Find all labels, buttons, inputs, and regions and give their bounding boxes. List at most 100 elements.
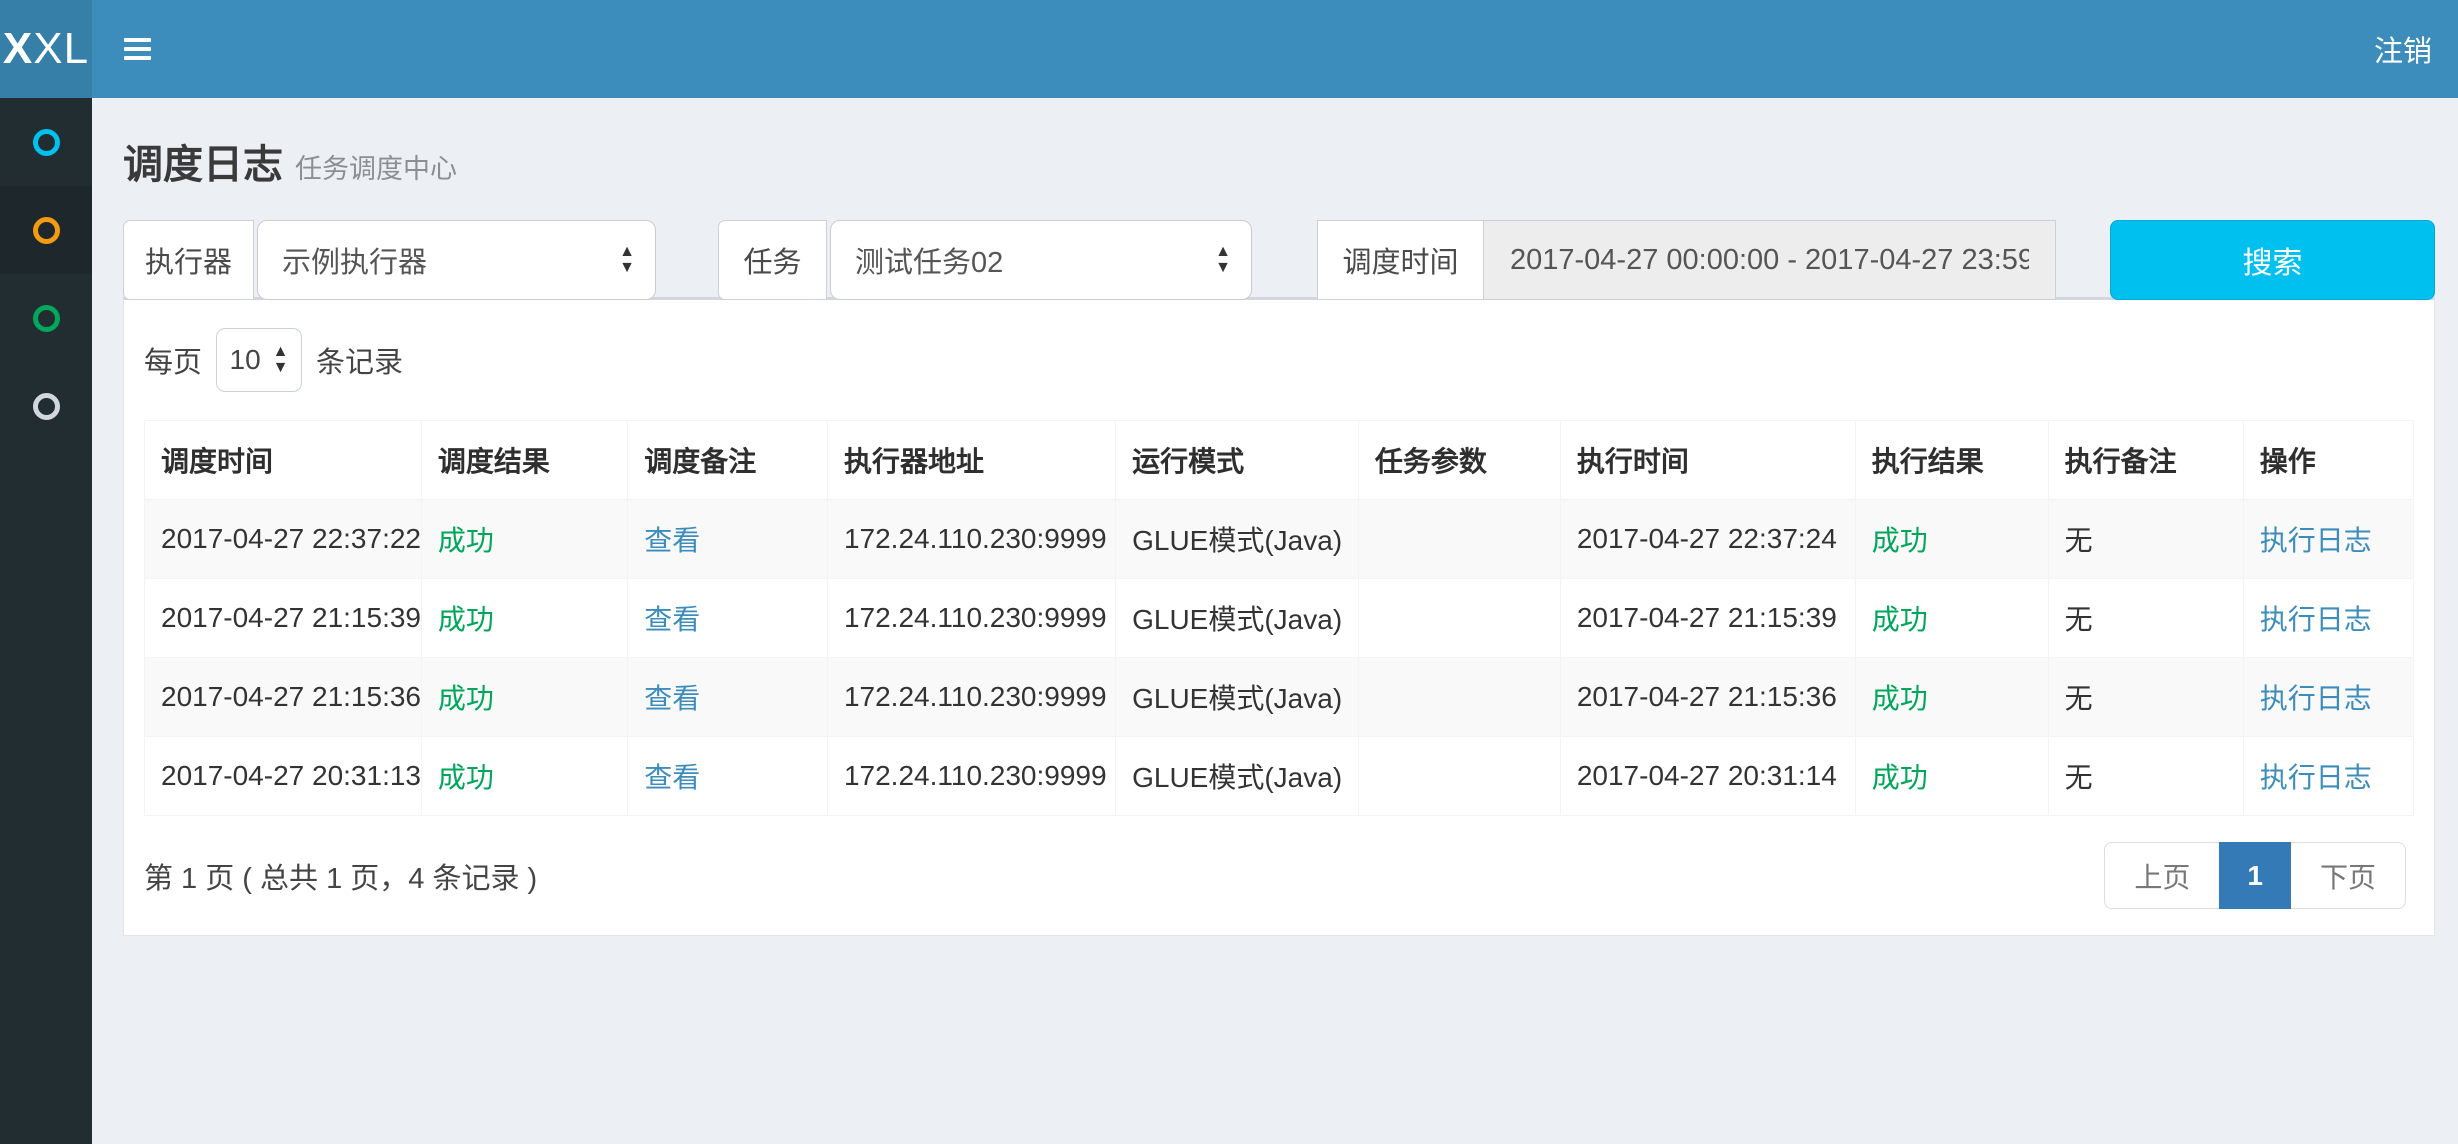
app-logo[interactable]: XXL (0, 0, 92, 98)
cell-run-mode: GLUE模式(Java) (1116, 500, 1359, 579)
per-page-prefix: 每页 (144, 339, 202, 381)
search-button[interactable]: 搜索 (2110, 220, 2435, 300)
trigger-msg-link[interactable]: 查看 (644, 525, 700, 556)
cell-run-mode: GLUE模式(Java) (1116, 737, 1359, 816)
pagination-controls: 上页 1 下页 (2104, 842, 2406, 909)
sidebar-item-menu-1[interactable] (0, 98, 92, 186)
table-row: 2017-04-27 20:31:13成功查看172.24.110.230:99… (145, 737, 2414, 816)
column-header-handle-msg: 执行备注 (2048, 421, 2243, 500)
cell-action: 执行日志 (2243, 737, 2413, 816)
cell-trigger-time: 2017-04-27 21:15:36 (145, 658, 422, 737)
trigger-time-filter-label: 调度时间 (1317, 220, 1484, 300)
job-filter-label: 任务 (718, 220, 827, 300)
column-header-action: 操作 (2243, 421, 2413, 500)
hamburger-bar (124, 47, 151, 51)
cell-trigger-result: 成功 (421, 579, 627, 658)
job-filter-group: 任务 测试任务02 (718, 220, 1252, 300)
cell-trigger-msg: 查看 (628, 737, 828, 816)
filter-bar: 执行器 示例执行器 任务 测试任务02 调度时间 搜索 (123, 220, 2435, 300)
cell-handle-msg: 无 (2048, 500, 2243, 579)
table-row: 2017-04-27 22:37:22成功查看172.24.110.230:99… (145, 500, 2414, 579)
action-link[interactable]: 执行日志 (2260, 604, 2372, 635)
column-header-executor-address: 执行器地址 (827, 421, 1115, 500)
executor-select-value: 示例执行器 (282, 239, 427, 281)
executor-select[interactable]: 示例执行器 (257, 220, 656, 300)
column-header-trigger-time: 调度时间 (145, 421, 422, 500)
table-head: 调度时间调度结果调度备注执行器地址运行模式任务参数执行时间执行结果执行备注操作 (145, 421, 2414, 500)
executor-filter-label: 执行器 (123, 220, 254, 300)
cell-trigger-msg: 查看 (628, 500, 828, 579)
cell-executor-address: 172.24.110.230:9999 (827, 579, 1115, 658)
trigger-time-filter-group: 调度时间 (1317, 220, 2056, 300)
top-navbar: XXL 注销 (0, 0, 2458, 98)
trigger-time-range-input[interactable] (1484, 220, 2056, 300)
trigger-msg-link[interactable]: 查看 (644, 683, 700, 714)
cell-trigger-time: 2017-04-27 20:31:13 (145, 737, 422, 816)
log-list-panel: 每页 10 条记录 调度时间调度结果调度备注执行器地址运行模式任务参数执行时间执… (123, 297, 2435, 936)
per-page-suffix: 条记录 (316, 339, 403, 381)
log-table-body: 2017-04-27 22:37:22成功查看172.24.110.230:99… (145, 500, 2414, 816)
cell-handle-msg: 无 (2048, 579, 2243, 658)
logout-link[interactable]: 注销 (2348, 0, 2458, 98)
sidebar-item-menu-4[interactable] (0, 362, 92, 450)
select-updown-icon (619, 244, 635, 276)
table-row: 2017-04-27 21:15:36成功查看172.24.110.230:99… (145, 658, 2414, 737)
circle-icon (33, 393, 60, 420)
cell-trigger-time: 2017-04-27 21:15:39 (145, 579, 422, 658)
page-1-button[interactable]: 1 (2219, 842, 2291, 909)
table-header-row: 调度时间调度结果调度备注执行器地址运行模式任务参数执行时间执行结果执行备注操作 (145, 421, 2414, 500)
job-select-value: 测试任务02 (855, 239, 1003, 281)
cell-handle-result: 成功 (1855, 579, 2048, 658)
per-page-control: 每页 10 条记录 (144, 328, 2414, 392)
cell-action: 执行日志 (2243, 500, 2413, 579)
next-page-button[interactable]: 下页 (2291, 842, 2406, 909)
select-updown-icon (1215, 244, 1231, 276)
pagination-info: 第 1 页 ( 总共 1 页，4 条记录 ) (144, 855, 537, 897)
circle-icon (33, 129, 60, 156)
cell-job-param (1358, 500, 1560, 579)
column-header-handle-time: 执行时间 (1560, 421, 1855, 500)
sidebar-menu (0, 98, 92, 1144)
cell-run-mode: GLUE模式(Java) (1116, 579, 1359, 658)
table-row: 2017-04-27 21:15:39成功查看172.24.110.230:99… (145, 579, 2414, 658)
cell-handle-msg: 无 (2048, 658, 2243, 737)
cell-trigger-result: 成功 (421, 500, 627, 579)
table-footer: 第 1 页 ( 总共 1 页，4 条记录 ) 上页 1 下页 (144, 842, 2414, 909)
per-page-value: 10 (230, 344, 261, 376)
cell-handle-time: 2017-04-27 21:15:36 (1560, 658, 1855, 737)
cell-trigger-msg: 查看 (628, 579, 828, 658)
action-link[interactable]: 执行日志 (2260, 762, 2372, 793)
sidebar-toggle-hamburger-icon[interactable] (92, 0, 183, 98)
logo-rest-text: XL (33, 24, 89, 74)
page-header: 调度日志任务调度中心 (123, 132, 2435, 190)
trigger-msg-link[interactable]: 查看 (644, 762, 700, 793)
content-area: 调度日志任务调度中心 执行器 示例执行器 任务 测试任务02 调度时间 搜索 每… (92, 98, 2458, 1144)
action-link[interactable]: 执行日志 (2260, 525, 2372, 556)
column-header-trigger-result: 调度结果 (421, 421, 627, 500)
cell-trigger-msg: 查看 (628, 658, 828, 737)
sidebar-item-menu-2[interactable] (0, 186, 92, 274)
cell-handle-result: 成功 (1855, 658, 2048, 737)
column-header-run-mode: 运行模式 (1116, 421, 1359, 500)
sidebar-item-menu-3[interactable] (0, 274, 92, 362)
trigger-msg-link[interactable]: 查看 (644, 604, 700, 635)
action-link[interactable]: 执行日志 (2260, 683, 2372, 714)
cell-handle-time: 2017-04-27 20:31:14 (1560, 737, 1855, 816)
cell-handle-time: 2017-04-27 22:37:24 (1560, 500, 1855, 579)
job-select[interactable]: 测试任务02 (830, 220, 1252, 300)
cell-job-param (1358, 658, 1560, 737)
cell-handle-result: 成功 (1855, 500, 2048, 579)
cell-handle-time: 2017-04-27 21:15:39 (1560, 579, 1855, 658)
cell-action: 执行日志 (2243, 658, 2413, 737)
cell-executor-address: 172.24.110.230:9999 (827, 658, 1115, 737)
cell-job-param (1358, 579, 1560, 658)
cell-action: 执行日志 (2243, 579, 2413, 658)
cell-handle-msg: 无 (2048, 737, 2243, 816)
per-page-select[interactable]: 10 (216, 328, 302, 392)
hamburger-bar (124, 56, 151, 60)
column-header-trigger-msg: 调度备注 (628, 421, 828, 500)
cell-run-mode: GLUE模式(Java) (1116, 658, 1359, 737)
column-header-handle-result: 执行结果 (1855, 421, 2048, 500)
prev-page-button[interactable]: 上页 (2104, 842, 2219, 909)
select-updown-icon (273, 344, 289, 376)
